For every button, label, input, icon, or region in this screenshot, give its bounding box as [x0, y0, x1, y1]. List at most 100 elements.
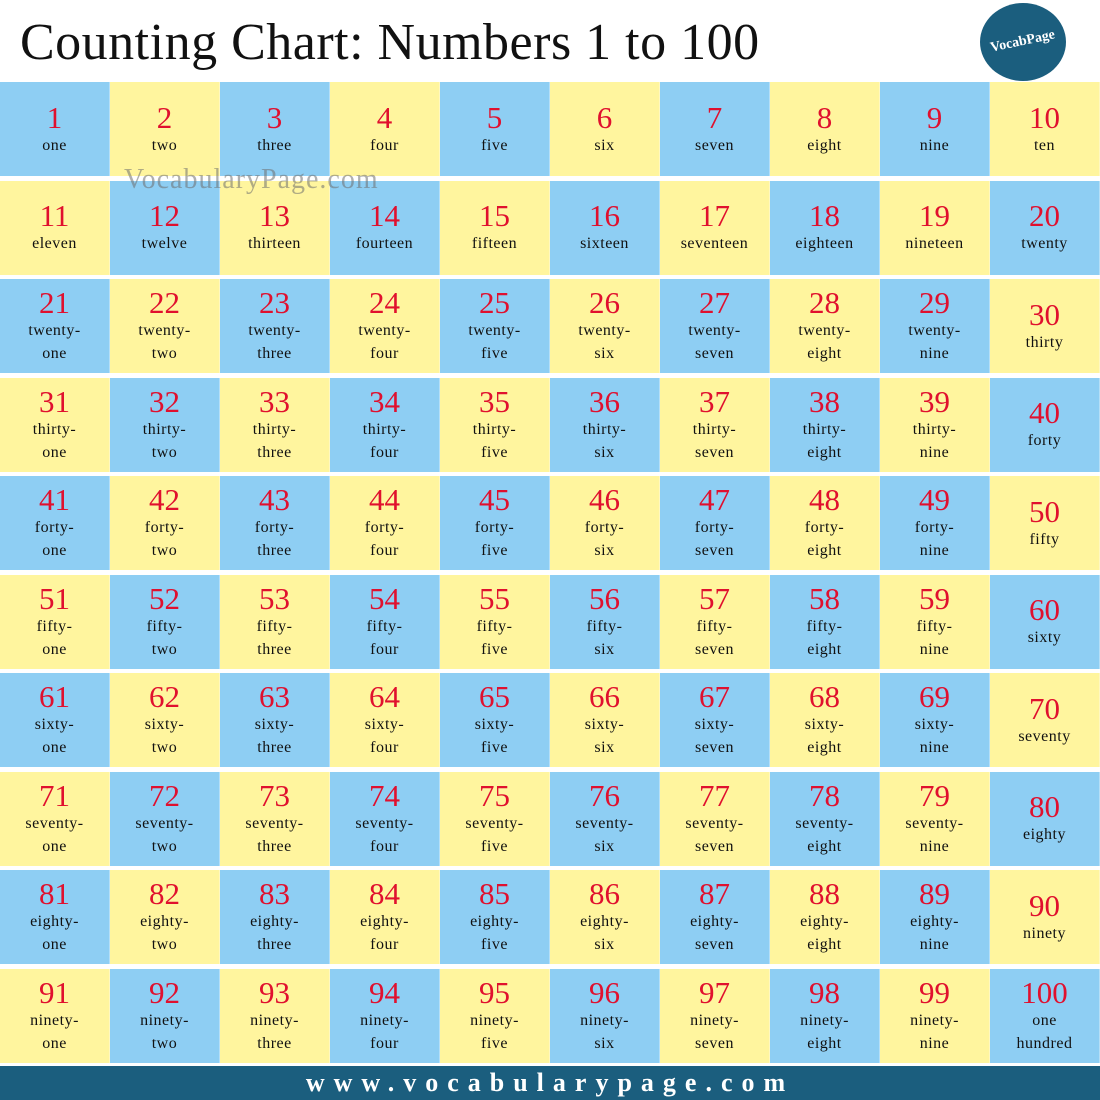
number-digit: 49	[919, 482, 950, 517]
number-cell: 34 thirty- four	[330, 377, 440, 472]
number-word: twenty- nine	[908, 322, 961, 362]
number-cell: 29 twenty- nine	[880, 279, 990, 373]
number-digit: 67	[699, 679, 730, 714]
number-digit: 76	[589, 777, 620, 813]
number-word: fifty- seven	[695, 617, 734, 658]
number-word: eighty- eight	[800, 913, 849, 953]
number-digit: 83	[259, 876, 290, 911]
number-word: two	[151, 136, 178, 154]
number-word: four	[370, 136, 399, 154]
number-word: nine	[919, 136, 950, 154]
number-cell: 99 ninety- nine	[880, 968, 990, 1063]
number-digit: 34	[369, 383, 400, 419]
number-digit: 97	[699, 974, 730, 1010]
number-word: ninety	[1023, 924, 1066, 942]
number-digit: 21	[39, 285, 70, 320]
number-digit: 6	[596, 99, 613, 135]
number-cell: 54 fifty- four	[330, 574, 440, 669]
number-digit: 66	[589, 679, 620, 714]
number-digit: 82	[149, 876, 180, 911]
number-digit: 87	[699, 876, 730, 911]
grid-row: 1 one 2 two 3 three 4 four 5 five 6 six 7 seven 8 eight…	[0, 82, 1100, 176]
footer-url: www.vocabularypage.com	[305, 1068, 795, 1097]
number-digit: 61	[39, 679, 70, 714]
number-digit: 28	[809, 285, 840, 320]
number-cell: 69 sixty- nine	[880, 673, 990, 767]
number-word: fifty- four	[366, 617, 403, 658]
number-cell: 74 seventy- four	[330, 771, 440, 866]
number-word: twenty- two	[138, 322, 191, 362]
number-digit: 79	[919, 777, 950, 813]
grid-row: 31 thirty- one 32 thirty- two 33 thirty- thre…	[0, 377, 1100, 472]
number-cell: 48 forty- eight	[770, 476, 880, 570]
number-digit: 47	[699, 482, 730, 517]
number-digit: 46	[589, 482, 620, 517]
number-word: ninety- seven	[690, 1011, 739, 1052]
number-word: sixty	[1027, 629, 1062, 646]
counting-grid: 1 one 2 two 3 three 4 four 5 five 6 six 7 seven 8 eight…	[0, 82, 1100, 1067]
number-cell: 30 thirty	[990, 279, 1100, 373]
number-digit: 17	[699, 198, 730, 233]
number-digit: 12	[149, 198, 180, 233]
number-cell: 82 eighty- two	[110, 870, 220, 964]
number-word: seventy- three	[245, 814, 304, 855]
number-digit: 89	[919, 876, 950, 911]
number-digit: 18	[809, 198, 840, 233]
number-cell: 11 eleven	[0, 180, 110, 275]
number-word: sixteen	[580, 235, 629, 252]
number-word: forty- two	[144, 519, 185, 559]
number-cell: 21 twenty- one	[0, 279, 110, 373]
number-cell: 32 thirty- two	[110, 377, 220, 472]
number-word: eighty- six	[580, 913, 629, 953]
number-cell: 23 twenty- three	[220, 279, 330, 373]
number-digit: 7	[706, 99, 723, 135]
number-word: twelve	[141, 235, 188, 252]
number-digit: 96	[589, 974, 620, 1010]
number-digit: 26	[589, 285, 620, 320]
number-cell: 16 sixteen	[550, 180, 660, 275]
number-word: ninety- five	[470, 1011, 519, 1052]
number-word: seventy- two	[135, 814, 194, 855]
number-cell: 39 thirty- nine	[880, 377, 990, 472]
number-word: twenty- eight	[798, 322, 851, 362]
number-cell: 89 eighty- nine	[880, 870, 990, 964]
number-cell: 44 forty- four	[330, 476, 440, 570]
number-cell: 62 sixty- two	[110, 673, 220, 767]
number-cell: 93 ninety- three	[220, 968, 330, 1063]
number-word: sixty- four	[364, 716, 405, 756]
number-word: thirty- one	[32, 420, 77, 461]
number-digit: 1	[46, 99, 63, 135]
number-digit: 10	[1029, 99, 1060, 135]
number-cell: 27 twenty- seven	[660, 279, 770, 373]
number-cell: 1 one	[0, 82, 110, 176]
number-word: one hundred	[1016, 1011, 1073, 1052]
number-word: fifteen	[471, 235, 518, 252]
number-digit: 48	[809, 482, 840, 517]
number-word: twenty	[1021, 235, 1068, 252]
number-digit: 68	[809, 679, 840, 714]
number-cell: 85 eighty- five	[440, 870, 550, 964]
number-digit: 95	[479, 974, 510, 1010]
number-word: seventy- five	[465, 814, 524, 855]
number-digit: 75	[479, 777, 510, 813]
number-digit: 16	[589, 198, 620, 233]
number-cell: 37 thirty- seven	[660, 377, 770, 472]
number-digit: 58	[809, 580, 840, 616]
number-digit: 35	[479, 383, 510, 419]
number-cell: 17 seventeen	[660, 180, 770, 275]
number-word: sixty- nine	[914, 716, 955, 756]
number-cell: 67 sixty- seven	[660, 673, 770, 767]
number-digit: 37	[699, 383, 730, 419]
number-cell: 97 ninety- seven	[660, 968, 770, 1063]
number-word: thirty- three	[252, 420, 297, 461]
number-digit: 29	[919, 285, 950, 320]
number-cell: 40 forty	[990, 377, 1100, 472]
number-cell: 73 seventy- three	[220, 771, 330, 866]
grid-row: 21 twenty- one 22 twenty- two 23 twenty- thre…	[0, 279, 1100, 373]
number-digit: 86	[589, 876, 620, 911]
number-digit: 94	[369, 974, 400, 1010]
number-cell: 42 forty- two	[110, 476, 220, 570]
number-digit: 50	[1029, 493, 1060, 529]
number-digit: 85	[479, 876, 510, 911]
number-word: seventy	[1018, 727, 1071, 745]
